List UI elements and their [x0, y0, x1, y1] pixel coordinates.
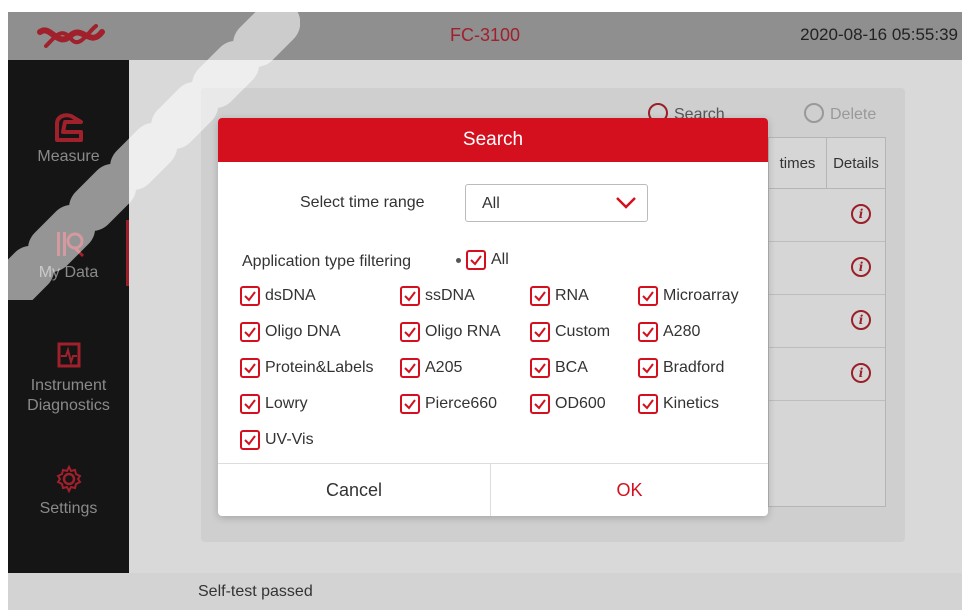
checkbox-type[interactable]: Custom: [530, 322, 610, 342]
column-header-times: times: [769, 138, 827, 188]
dialog-footer: Cancel OK: [218, 463, 768, 516]
checkbox-label: Protein&Labels: [265, 359, 374, 376]
checkbox-label: Pierce660: [425, 395, 498, 412]
datetime-display: 2020-08-16 05:55:39: [800, 25, 958, 44]
sidebar-item-my-data[interactable]: My Data: [8, 226, 129, 282]
info-icon[interactable]: i: [851, 257, 871, 277]
checkbox-checked-icon: [400, 322, 420, 342]
checkbox-label: Lowry: [265, 395, 308, 412]
checkbox-type[interactable]: ssDNA: [400, 286, 475, 306]
checkbox-type[interactable]: Microarray: [638, 286, 739, 306]
checkbox-checked-icon: [530, 358, 550, 378]
checkbox-label: OD600: [555, 395, 606, 412]
checkbox-type[interactable]: A280: [638, 322, 700, 342]
checkbox-type[interactable]: Pierce660: [400, 394, 497, 414]
checkbox-label: A280: [663, 323, 701, 340]
checkbox-checked-icon: [638, 322, 658, 342]
checkbox-type[interactable]: Bradford: [638, 358, 724, 378]
sidebar-item-label: Instrument Diagnostics: [27, 377, 110, 414]
gear-icon: [56, 464, 81, 494]
checkbox-all[interactable]: All: [466, 250, 509, 270]
checkbox-label: dsDNA: [265, 287, 316, 304]
search-dialog: Search Select time range All Application…: [218, 118, 768, 516]
checkbox-type[interactable]: Kinetics: [638, 394, 719, 414]
table-row[interactable]: i: [769, 189, 885, 242]
cancel-button[interactable]: Cancel: [218, 464, 491, 516]
checkbox-checked-icon: [638, 394, 658, 414]
checkbox-type[interactable]: Oligo DNA: [240, 322, 341, 342]
column-header-details: Details: [833, 154, 879, 172]
checkbox-label: UV-Vis: [265, 431, 314, 448]
info-icon[interactable]: i: [851, 204, 871, 224]
checkbox-label: Microarray: [663, 287, 739, 304]
info-icon[interactable]: i: [851, 310, 871, 330]
checkbox-checked-icon: [466, 250, 486, 270]
ok-button[interactable]: OK: [491, 464, 768, 516]
checkbox-checked-icon: [240, 286, 260, 306]
status-bar: Self-test passed: [8, 573, 962, 610]
checkbox-checked-icon: [530, 322, 550, 342]
checkbox-checked-icon: [530, 394, 550, 414]
checkbox-checked-icon: [240, 394, 260, 414]
checkbox-label: Bradford: [663, 359, 725, 376]
measure-icon: [54, 113, 83, 142]
checkbox-type[interactable]: dsDNA: [240, 286, 316, 306]
chevron-down-icon: [616, 197, 636, 209]
filter-label: Application type filtering: [242, 253, 411, 270]
time-range-label: Select time range: [300, 194, 425, 211]
delete-action[interactable]: Delete: [804, 103, 876, 124]
checkbox-type[interactable]: UV-Vis: [240, 430, 314, 450]
top-bar: FC-3100 2020-08-16 05:55:39: [8, 12, 962, 60]
time-range-select[interactable]: All: [465, 184, 648, 222]
sidebar-item-settings[interactable]: Settings: [8, 462, 129, 518]
checkbox-label: Kinetics: [663, 395, 720, 412]
time-range-value: All: [482, 195, 500, 212]
checkbox-label: BCA: [555, 359, 588, 376]
checkbox-checked-icon: [638, 358, 658, 378]
checkbox-checked-icon: [240, 358, 260, 378]
checkbox-checked-icon: [530, 286, 550, 306]
diagnostics-icon: [57, 342, 80, 368]
sidebar-item-diagnostics[interactable]: Instrument Diagnostics: [8, 338, 129, 416]
checkbox-type[interactable]: A205: [400, 358, 462, 378]
checkbox-label: ssDNA: [425, 287, 475, 304]
checkbox-type[interactable]: Oligo RNA: [400, 322, 501, 342]
cursor-dot: [456, 258, 461, 263]
my-data-icon: [56, 232, 84, 258]
checkbox-type[interactable]: Lowry: [240, 394, 308, 414]
table-header: times Details: [769, 138, 885, 189]
sidebar-item-measure[interactable]: Measure: [8, 110, 129, 166]
trash-icon: [804, 103, 824, 123]
records-table: times Details i i i i: [768, 137, 886, 507]
delete-action-label: Delete: [830, 106, 877, 123]
checkbox-label: RNA: [555, 287, 589, 304]
dialog-title: Search: [218, 118, 768, 162]
checkbox-checked-icon: [400, 394, 420, 414]
checkbox-type[interactable]: OD600: [530, 394, 606, 414]
checkbox-label: All: [491, 251, 509, 268]
sidebar-item-label: My Data: [38, 264, 99, 281]
checkbox-checked-icon: [400, 358, 420, 378]
sidebar-item-label: Settings: [39, 500, 98, 517]
checkbox-checked-icon: [240, 430, 260, 450]
checkbox-label: Custom: [555, 323, 611, 340]
checkbox-checked-icon: [638, 286, 658, 306]
sidebar: Measure My Data Instrument Diagnostics S…: [8, 60, 129, 573]
info-icon[interactable]: i: [851, 363, 871, 383]
checkbox-type[interactable]: Protein&Labels: [240, 358, 374, 378]
checkbox-checked-icon: [400, 286, 420, 306]
status-message: Self-test passed: [198, 583, 313, 600]
checkbox-checked-icon: [240, 322, 260, 342]
checkbox-type[interactable]: BCA: [530, 358, 588, 378]
checkbox-label: Oligo RNA: [425, 323, 501, 340]
checkbox-type[interactable]: RNA: [530, 286, 589, 306]
table-row[interactable]: i: [769, 295, 885, 348]
table-row[interactable]: i: [769, 348, 885, 401]
sidebar-item-label: Measure: [37, 148, 100, 165]
checkbox-label: Oligo DNA: [265, 323, 341, 340]
checkbox-label: A205: [425, 359, 463, 376]
table-row[interactable]: i: [769, 242, 885, 295]
